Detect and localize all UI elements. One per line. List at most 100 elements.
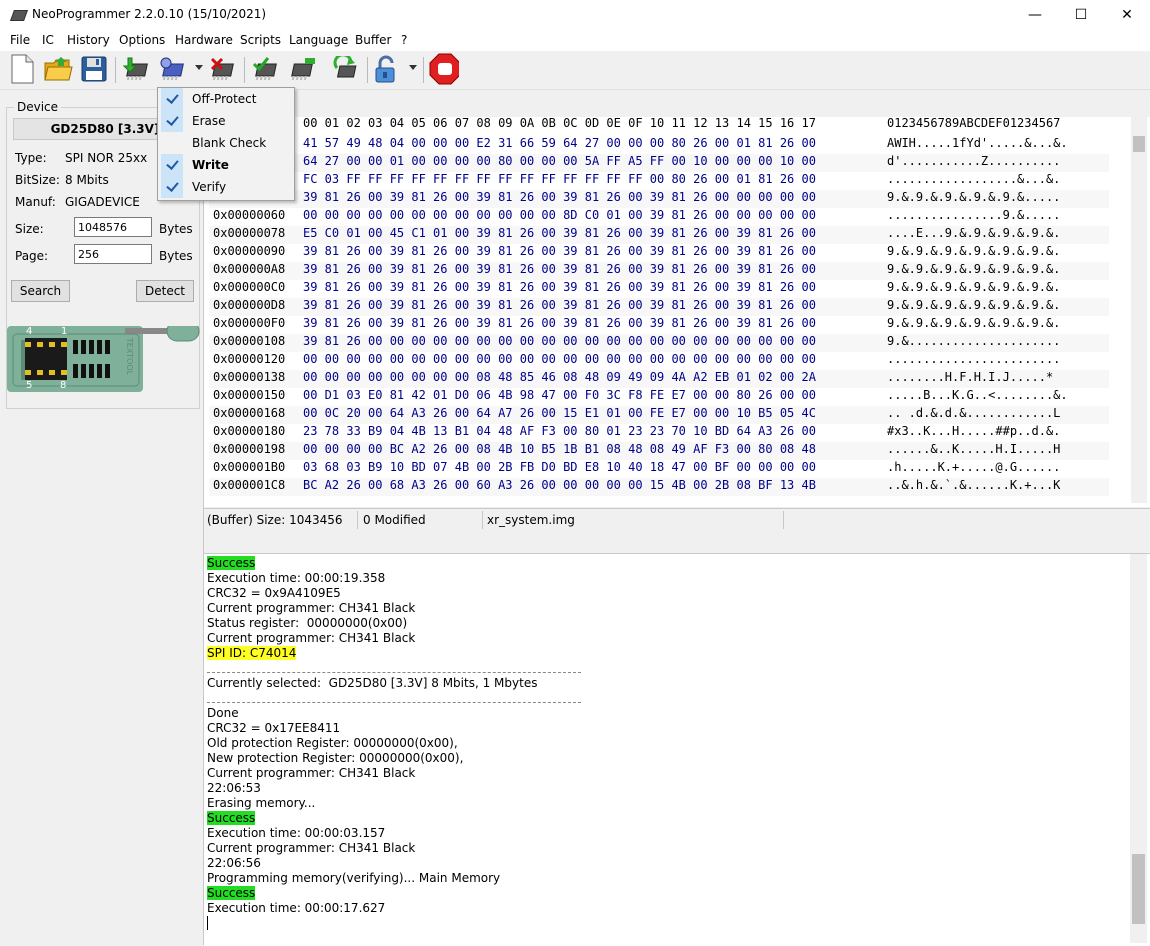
hex-row-ascii[interactable]: ................9.&.....	[887, 208, 1060, 226]
open-button[interactable]	[43, 54, 73, 84]
auto-program-button[interactable]	[331, 54, 361, 84]
hex-row-address[interactable]: 0x00000108	[213, 334, 285, 352]
menu-hardware[interactable]: Hardware	[175, 33, 233, 47]
write-options-dropdown-arrow[interactable]	[195, 65, 203, 70]
hex-row-address[interactable]: 0x00000138	[213, 370, 285, 388]
hex-row-ascii[interactable]: 9.&.9.&.9.&.9.&.9.&.9.&.	[887, 280, 1060, 298]
status-bar: (Buffer) Size: 1043456 0 Modified xr_sys…	[204, 508, 1150, 532]
hex-row-bytes[interactable]: 39 81 26 00 00 00 00 00 00 00 00 00 00 0…	[303, 334, 816, 352]
write-chip-button[interactable]	[158, 54, 188, 84]
hex-row-ascii[interactable]: ........H.F.H.I.J.....*	[887, 370, 1053, 388]
menu-option-blank-check[interactable]: Blank Check	[158, 132, 294, 154]
menu-history[interactable]: History	[67, 33, 110, 47]
verify-chip-button[interactable]	[251, 54, 281, 84]
hex-row-ascii[interactable]: 9.&.....................	[887, 334, 1060, 352]
panel-splitter[interactable]	[204, 531, 1150, 553]
read-chip-button[interactable]	[122, 54, 152, 84]
hex-row-bytes[interactable]: 39 81 26 00 39 81 26 00 39 81 26 00 39 8…	[303, 190, 816, 208]
menu-option-label: Off-Protect	[192, 92, 257, 106]
hex-scrollbar[interactable]	[1131, 117, 1147, 503]
hex-row-bytes[interactable]: 39 81 26 00 39 81 26 00 39 81 26 00 39 8…	[303, 244, 816, 262]
blank-check-button[interactable]	[287, 54, 317, 84]
menu-file[interactable]: File	[10, 33, 30, 47]
hex-row-address[interactable]: 0x00000078	[213, 226, 285, 244]
hex-row-ascii[interactable]: ......&..K.....H.I.....H	[887, 442, 1060, 460]
erase-chip-button[interactable]	[208, 54, 238, 84]
menu-option-erase[interactable]: Erase	[158, 110, 294, 132]
hex-row-bytes[interactable]: 41 57 49 48 04 00 00 00 E2 31 66 59 64 2…	[303, 136, 816, 154]
hex-row-bytes[interactable]: 00 00 00 00 00 00 00 00 00 00 00 00 8D C…	[303, 208, 816, 226]
hex-row-ascii[interactable]: .h.....K.+.....@.G......	[887, 460, 1060, 478]
hex-row-ascii[interactable]: ....E...9.&.9.&.9.&.9.&.	[887, 226, 1060, 244]
hex-row-address[interactable]: 0x00000150	[213, 388, 285, 406]
protect-button[interactable]	[372, 54, 402, 84]
maximize-button[interactable]: ☐	[1058, 0, 1104, 30]
hex-row-bytes[interactable]: 03 68 03 B9 10 BD 07 4B 00 2B FB D0 BD E…	[303, 460, 816, 478]
hex-row-ascii[interactable]: .....B...K.G..<........&.	[887, 388, 1068, 406]
close-button[interactable]: ✕	[1104, 0, 1150, 30]
hex-row-ascii[interactable]: 9.&.9.&.9.&.9.&.9.&.9.&.	[887, 262, 1060, 280]
hex-row-ascii[interactable]: #x3..K...H.....##p..d.&.	[887, 424, 1060, 442]
hex-row-bytes[interactable]: 39 81 26 00 39 81 26 00 39 81 26 00 39 8…	[303, 280, 816, 298]
stop-button[interactable]	[429, 53, 459, 85]
hex-row-bytes[interactable]: 39 81 26 00 39 81 26 00 39 81 26 00 39 8…	[303, 262, 816, 280]
size-field[interactable]: 1048576	[74, 217, 152, 237]
menu-option-write[interactable]: Write	[158, 154, 294, 176]
hex-row-ascii[interactable]: 9.&.9.&.9.&.9.&.9.&.9.&.	[887, 316, 1060, 334]
hex-scrollbar-thumb[interactable]	[1133, 136, 1145, 152]
save-button[interactable]	[79, 54, 109, 84]
hex-row-address[interactable]: 0x00000180	[213, 424, 285, 442]
hex-row-ascii[interactable]: AWIH.....1fYd'.....&...&.	[887, 136, 1068, 154]
open-folder-icon	[44, 57, 73, 81]
hex-row-address[interactable]: 0x00000090	[213, 244, 285, 262]
page-field[interactable]: 256	[74, 244, 152, 264]
hex-row-bytes[interactable]: 23 78 33 B9 04 4B 13 B1 04 48 AF F3 00 8…	[303, 424, 816, 442]
app-icon	[9, 10, 29, 21]
log-scrollbar-thumb[interactable]	[1132, 854, 1145, 924]
menu-buffer[interactable]: Buffer	[355, 33, 391, 47]
hex-row-address[interactable]: 0x00000198	[213, 442, 285, 460]
hex-row-bytes[interactable]: 39 81 26 00 39 81 26 00 39 81 26 00 39 8…	[303, 298, 816, 316]
minimize-button[interactable]: —	[1012, 0, 1058, 30]
menu-options[interactable]: Options	[119, 33, 165, 47]
hex-row-bytes[interactable]: 64 27 00 00 01 00 00 00 00 80 00 00 00 5…	[303, 154, 816, 172]
log-line: 22:06:56	[207, 856, 261, 870]
hex-row-bytes[interactable]: 00 00 00 00 00 00 00 00 00 00 00 00 00 0…	[303, 352, 816, 370]
hex-row-ascii[interactable]: ..&.h.&.`.&......K.+...K	[887, 478, 1060, 496]
hex-row-address[interactable]: 0x000000C0	[213, 280, 285, 298]
menu-help[interactable]: ?	[401, 33, 407, 47]
hex-row-ascii[interactable]: .. .d.&.d.&............L	[887, 406, 1060, 424]
hex-row-ascii[interactable]: ..................&...&.	[887, 172, 1060, 190]
hex-row-bytes[interactable]: 39 81 26 00 39 81 26 00 39 81 26 00 39 8…	[303, 316, 816, 334]
search-button[interactable]: Search	[11, 280, 70, 302]
menu-option-verify[interactable]: Verify	[158, 176, 294, 198]
hex-row-bytes[interactable]: E5 C0 01 00 45 C1 01 00 39 81 26 00 39 8…	[303, 226, 816, 244]
hex-row-address[interactable]: 0x000001C8	[213, 478, 285, 496]
checkmark-icon	[161, 154, 183, 176]
menu-option-off-protect[interactable]: Off-Protect	[158, 88, 294, 110]
hex-row-bytes[interactable]: 00 00 00 00 00 00 00 00 08 48 85 46 08 4…	[303, 370, 816, 388]
hex-row-ascii[interactable]: 9.&.9.&.9.&.9.&.9.&.9.&.	[887, 244, 1060, 262]
hex-row-ascii[interactable]: d'...........Z..........	[887, 154, 1060, 172]
hex-row-ascii[interactable]: 9.&.9.&.9.&.9.&.9.&.9.&.	[887, 298, 1060, 316]
protect-dropdown-arrow[interactable]	[409, 65, 417, 70]
hex-row-address[interactable]: 0x00000168	[213, 406, 285, 424]
new-file-button[interactable]	[7, 54, 37, 84]
hex-row-bytes[interactable]: FC 03 FF FF FF FF FF FF FF FF FF FF FF F…	[303, 172, 816, 190]
hex-row-bytes[interactable]: 00 00 00 00 BC A2 26 00 08 4B 10 B5 1B B…	[303, 442, 816, 460]
hex-row-address[interactable]: 0x00000060	[213, 208, 285, 226]
menu-scripts[interactable]: Scripts	[240, 33, 281, 47]
hex-row-address[interactable]: 0x00000120	[213, 352, 285, 370]
hex-row-bytes[interactable]: 00 D1 03 E0 81 42 01 D0 06 4B 98 47 00 F…	[303, 388, 816, 406]
menu-ic[interactable]: IC	[42, 33, 54, 47]
hex-row-bytes[interactable]: BC A2 26 00 68 A3 26 00 60 A3 26 00 00 0…	[303, 478, 816, 496]
hex-row-bytes[interactable]: 00 0C 20 00 64 A3 26 00 64 A7 26 00 15 E…	[303, 406, 816, 424]
hex-row-ascii[interactable]: 9.&.9.&.9.&.9.&.9.&.....	[887, 190, 1060, 208]
hex-row-ascii[interactable]: ........................	[887, 352, 1060, 370]
hex-row-address[interactable]: 0x000000A8	[213, 262, 285, 280]
hex-row-address[interactable]: 0x000000F0	[213, 316, 285, 334]
menu-language[interactable]: Language	[289, 33, 348, 47]
hex-row-address[interactable]: 0x000000D8	[213, 298, 285, 316]
detect-button[interactable]: Detect	[136, 280, 194, 302]
hex-row-address[interactable]: 0x000001B0	[213, 460, 285, 478]
